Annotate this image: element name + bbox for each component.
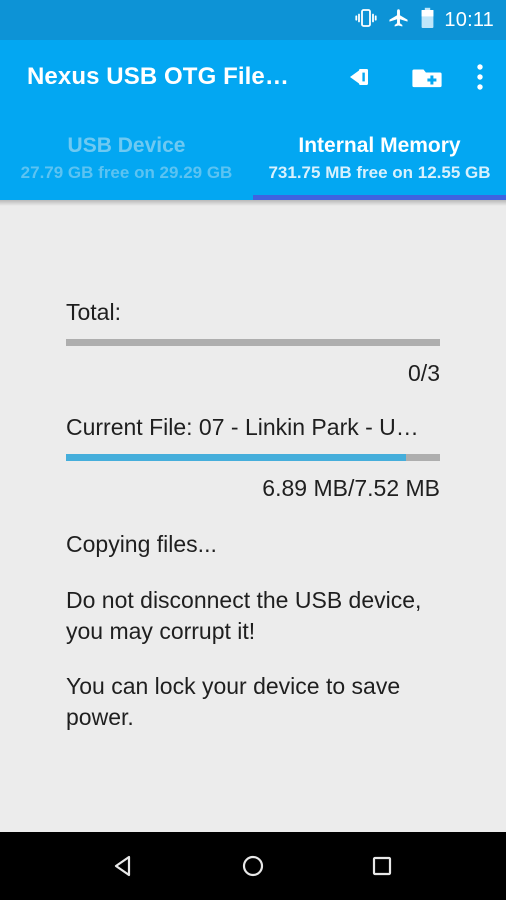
current-progress-fill <box>66 453 407 461</box>
status-icon-group <box>355 7 435 34</box>
app-bar-actions <box>348 62 506 92</box>
tab-usb-device-title: USB Device <box>67 134 186 158</box>
paste-icon[interactable] <box>348 65 378 89</box>
new-folder-icon[interactable] <box>412 65 442 90</box>
tab-internal-memory[interactable]: Internal Memory 731.75 MB free on 12.55 … <box>253 114 506 200</box>
total-count: 0/3 <box>408 359 440 386</box>
storage-tab-bar: USB Device 27.79 GB free on 29.29 GB Int… <box>0 114 506 200</box>
current-file-progress-group: Current File: 07 - Linkin Park - U… 6.89… <box>66 413 440 502</box>
overflow-menu-icon[interactable] <box>476 62 484 92</box>
android-nav-bar <box>0 832 506 900</box>
home-button[interactable] <box>238 851 268 881</box>
airplane-mode-icon <box>388 8 409 33</box>
status-message: Copying files... <box>66 531 217 557</box>
total-label: Total: <box>66 299 121 325</box>
total-progress-group: Total: 0/3 <box>66 298 440 387</box>
status-clock: 10:11 <box>444 9 494 31</box>
back-button[interactable] <box>109 851 139 881</box>
status-bar: 10:11 <box>0 0 506 40</box>
tab-internal-memory-subtitle: 731.75 MB free on 12.55 GB <box>268 163 491 183</box>
battery-icon <box>420 7 435 34</box>
tab-usb-device-subtitle: 27.79 GB free on 29.29 GB <box>20 163 233 183</box>
copy-progress-panel: Total: 0/3 Current File: 07 - Linkin Par… <box>0 206 506 832</box>
vibrate-icon <box>355 8 378 33</box>
current-progress-bar <box>66 453 440 461</box>
recents-button[interactable] <box>367 851 397 881</box>
warning-message: Do not disconnect the USB device, you ma… <box>66 587 422 644</box>
app-bar: Nexus USB OTG File… <box>0 40 506 114</box>
android-screen: 10:11 Nexus USB OTG File… USB Device 27.… <box>0 0 506 900</box>
current-file-size: 6.89 MB/7.52 MB <box>262 474 440 501</box>
tip-message: You can lock your device to save power. <box>66 673 401 730</box>
app-title: Nexus USB OTG File… <box>27 63 289 90</box>
total-progress-bar <box>66 338 440 346</box>
tab-usb-device[interactable]: USB Device 27.79 GB free on 29.29 GB <box>0 114 253 200</box>
current-file-label: Current File: 07 - Linkin Park - U… <box>66 414 419 440</box>
tab-internal-memory-title: Internal Memory <box>298 134 461 158</box>
